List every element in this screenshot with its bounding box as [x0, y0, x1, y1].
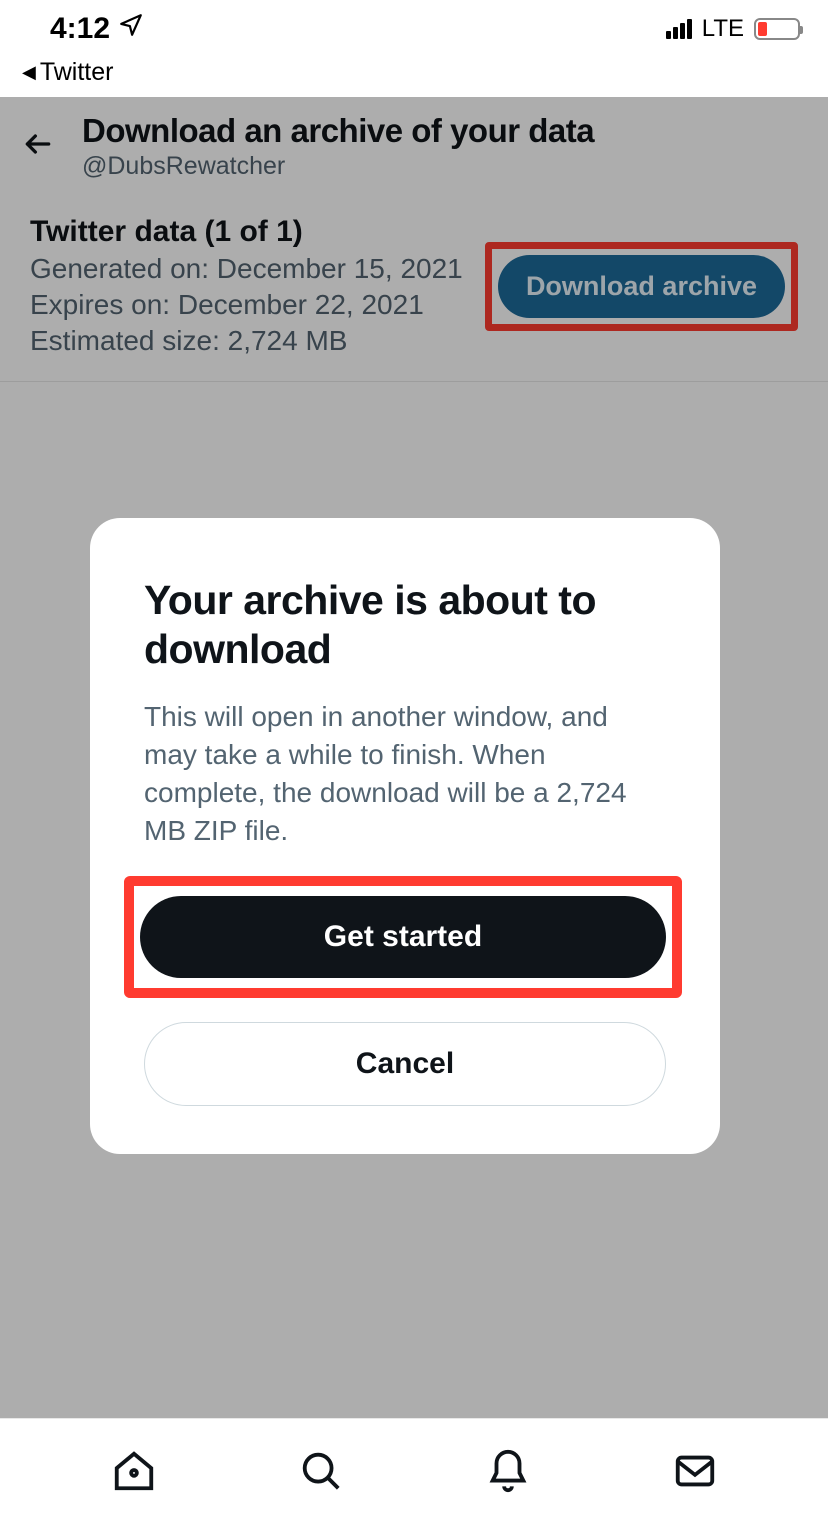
modal-actions: Get started Cancel: [144, 886, 666, 1106]
location-arrow-icon: [118, 12, 144, 46]
breadcrumb-app: Twitter: [40, 58, 114, 87]
search-icon[interactable]: [297, 1447, 345, 1495]
battery-icon: [754, 18, 800, 40]
network-label: LTE: [702, 15, 744, 43]
home-icon[interactable]: [110, 1447, 158, 1495]
download-modal: Your archive is about to download This w…: [90, 518, 720, 1154]
signal-icon: [666, 19, 692, 39]
status-bar: 4:12 LTE: [0, 0, 828, 58]
highlight-box-primary: Get started: [124, 876, 682, 998]
status-left: 4:12: [50, 12, 144, 46]
back-caret-icon: ◀: [22, 62, 36, 83]
bottom-nav: [0, 1418, 828, 1523]
status-right: LTE: [666, 15, 800, 43]
messages-icon[interactable]: [671, 1447, 719, 1495]
status-time: 4:12: [50, 12, 110, 46]
modal-body: This will open in another window, and ma…: [144, 698, 666, 849]
breadcrumb[interactable]: ◀ Twitter: [0, 58, 828, 97]
modal-title: Your archive is about to download: [144, 576, 666, 674]
get-started-button[interactable]: Get started: [140, 896, 666, 978]
notifications-icon[interactable]: [484, 1447, 532, 1495]
cancel-button[interactable]: Cancel: [144, 1022, 666, 1106]
